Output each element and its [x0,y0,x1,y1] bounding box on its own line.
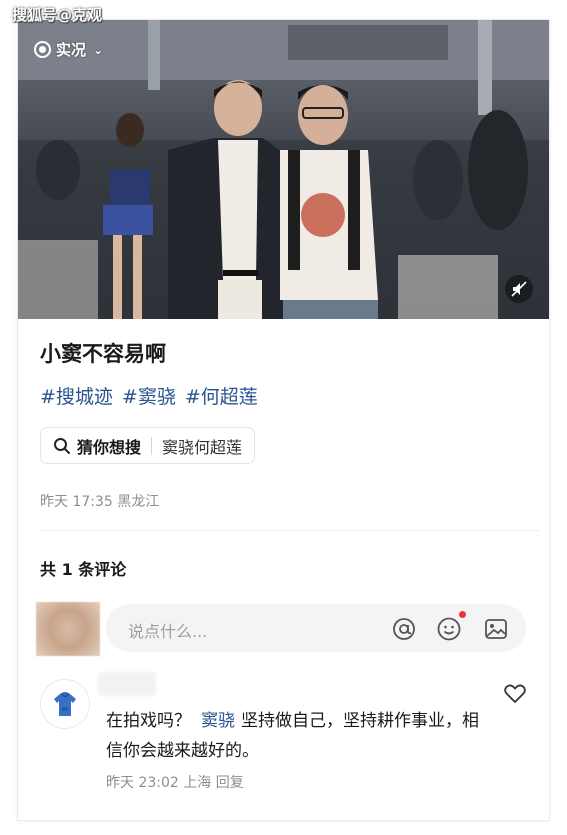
commenter-name-blurred [98,672,156,696]
search-suggestion-label: 猜你想搜 [77,437,142,457]
watermark: 搜狐号@克观 [12,6,103,24]
at-icon[interactable] [391,616,417,642]
search-suggestion-query: 窦骁何超莲 [162,437,243,457]
chevron-down-icon: ⌄ [93,42,104,57]
mention-link[interactable]: 窦骁 [201,711,235,731]
search-icon [54,437,70,454]
post-photo[interactable]: 实况 ⌄ [18,20,549,319]
avatar[interactable] [36,602,100,656]
divider [151,436,153,455]
live-photo-icon [34,41,51,58]
photo-scene [18,20,549,319]
comment-input[interactable]: 说点什么... [106,604,526,652]
comment-text-part: 在拍戏吗？ [106,711,191,731]
notification-dot [459,611,466,618]
hashtag-link[interactable]: #搜城迹 [40,382,113,409]
heart-icon[interactable] [503,681,527,705]
hashtag-link[interactable]: #何超莲 [185,382,258,409]
hashtag-list: #搜城迹 #窦骁 #何超莲 [40,382,258,409]
post-card: 实况 ⌄ 小窦不容易啊 #搜城迹 #窦骁 #何超莲 猜你想搜 窦骁何超莲 昨天 … [18,20,549,820]
speaker-muted-icon [511,281,527,297]
live-photo-badge[interactable]: 实况 ⌄ [34,39,103,60]
hoodie-avatar-icon [54,692,76,716]
divider [40,530,539,531]
image-icon[interactable] [483,616,509,642]
suggested-search-button[interactable]: 猜你想搜 窦骁何超莲 [40,427,256,464]
comment-text: 在拍戏吗？ 窦骁 坚持做自己，坚持耕作事业，相信你会越来越好的。 [106,706,486,766]
hashtag-link[interactable]: #窦骁 [122,382,176,409]
comment-count: 共 1 条评论 [40,560,127,579]
comment-meta: 昨天 23:02 上海 回复 [106,775,244,791]
post-title: 小窦不容易啊 [40,342,166,366]
comment-input-placeholder: 说点什么... [128,622,208,641]
post-meta: 昨天 17:35 黑龙江 [40,494,160,510]
avatar[interactable] [40,679,90,729]
emoji-icon[interactable] [436,616,462,642]
mute-button[interactable] [505,275,533,303]
live-label: 实况 [56,41,87,59]
